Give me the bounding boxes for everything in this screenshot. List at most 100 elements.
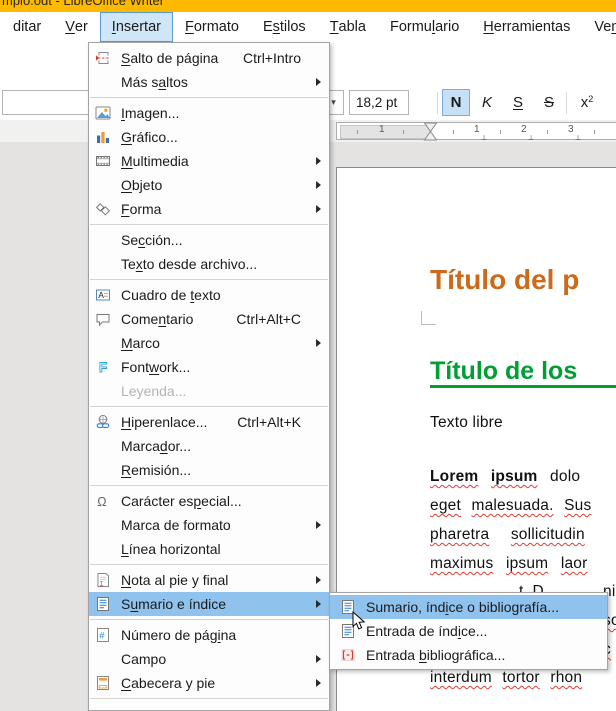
menu-item-marcador[interactable]: Marcador...	[89, 434, 329, 458]
menu-editar[interactable]: ditar	[1, 12, 53, 42]
menu-bar: ditar Ver Insertar Formato Estilos Tabla…	[0, 12, 616, 42]
paragraph-line[interactable]: pharetra sollicitudin	[430, 526, 585, 544]
paragraph-line[interactable]: eget malesuada. Sus	[430, 497, 591, 515]
underline-button[interactable]: S	[504, 89, 532, 116]
menu-item-remision[interactable]: Remisión...	[89, 458, 329, 482]
submenu-arrow-icon	[316, 576, 321, 584]
italic-button[interactable]: K	[473, 89, 501, 116]
page-break-icon	[93, 50, 113, 66]
comment-icon	[93, 311, 113, 327]
superscript-button[interactable]: x2	[572, 89, 602, 116]
menu-herramientas[interactable]: Herramientas	[471, 12, 582, 42]
footnote-icon: 1	[93, 572, 113, 588]
menu-separator	[90, 406, 328, 407]
chart-icon	[93, 129, 113, 145]
menu-separator	[90, 279, 328, 280]
submenu-item-entrada-de-indice[interactable]: Entrada de índice...	[330, 619, 607, 643]
menu-item-forma[interactable]: Forma	[89, 197, 329, 221]
menu-item-sumario-e-indice[interactable]: Sumario e índice	[89, 592, 329, 616]
insert-menu-panel: Salto de página Ctrl+Intro Más saltos Im…	[88, 42, 330, 711]
menu-item-salto-de-pagina[interactable]: Salto de página Ctrl+Intro	[89, 46, 329, 70]
font-size-combo[interactable]: 18,2 pt	[349, 90, 409, 115]
menu-estilos[interactable]: Estilos	[251, 12, 318, 42]
toolbar-separator	[437, 92, 438, 114]
submenu-arrow-icon	[316, 205, 321, 213]
menu-ventana[interactable]: Ventana	[582, 12, 616, 42]
menu-separator	[90, 564, 328, 565]
menu-item-texto-desde-archivo[interactable]: Texto desde archivo...	[89, 252, 329, 276]
mouse-cursor	[352, 611, 367, 637]
menu-item-comentario[interactable]: Comentario Ctrl+Alt+C	[89, 307, 329, 331]
ruler-scale: 1 1 2 3 ⊥ ⊥ ⊥	[336, 122, 616, 140]
menu-separator	[90, 224, 328, 225]
menu-separator	[90, 485, 328, 486]
document-free-text[interactable]: Texto libre	[430, 414, 503, 432]
ruler-number: 2	[521, 124, 527, 135]
submenu-arrow-icon	[316, 655, 321, 663]
submenu-item-sumario-indice-bibliografia[interactable]: Sumario, índice o bibliografía...	[330, 595, 607, 619]
menu-item-linea-horizontal[interactable]: Línea horizontal	[89, 537, 329, 561]
page-number-icon: #	[93, 627, 113, 643]
special-character-icon: Ω	[93, 493, 113, 509]
menu-item-numero-de-pagina[interactable]: # Número de página	[89, 623, 329, 647]
tab-stop-marker[interactable]: ⊥	[575, 134, 581, 142]
svg-text:Ω: Ω	[97, 495, 106, 509]
menu-item-imagen[interactable]: Imagen...	[89, 101, 329, 125]
submenu-arrow-icon	[316, 521, 321, 529]
paragraph-line[interactable]: interdum tortor rhon	[430, 669, 582, 687]
libreoffice-writer-window: mplo.odt - LibreOffice Writer ditar Ver …	[0, 0, 616, 711]
menu-separator	[90, 97, 328, 98]
menu-item-caracter-especial[interactable]: Ω Carácter especial...	[89, 489, 329, 513]
menu-formulario[interactable]: Formulario	[378, 12, 471, 42]
menu-item-mas-saltos[interactable]: Más saltos	[89, 70, 329, 94]
svg-text:F: F	[99, 360, 107, 375]
ruler-number: 1	[379, 124, 385, 135]
menu-item-nota-al-pie[interactable]: 1 Nota al pie y final	[89, 568, 329, 592]
menu-item-hiperenlace[interactable]: Hiperenlace... Ctrl+Alt+K	[89, 410, 329, 434]
fontwork-icon: F	[93, 359, 113, 375]
svg-text:#: #	[99, 630, 105, 641]
menu-item-objeto[interactable]: Objeto	[89, 173, 329, 197]
submenu-item-entrada-bibliografica[interactable]: Entrada bibliográfica...	[330, 643, 607, 667]
submenu-arrow-icon	[316, 157, 321, 165]
title-bar: mplo.odt - LibreOffice Writer	[0, 0, 616, 12]
tab-stop-marker[interactable]: ⊥	[528, 134, 534, 142]
submenu-arrow-icon	[316, 679, 321, 687]
document-heading-2[interactable]: Título de los	[430, 357, 577, 386]
header-footer-icon	[93, 675, 113, 691]
ruler-margin-area	[340, 125, 431, 139]
menu-separator	[90, 698, 328, 699]
submenu-arrow-icon	[316, 181, 321, 189]
menu-item-marco[interactable]: Marco	[89, 331, 329, 355]
bibliography-entry-icon	[338, 647, 358, 663]
shapes-icon	[93, 201, 113, 217]
multimedia-icon	[93, 153, 113, 169]
menu-item-cabecera-y-pie[interactable]: Cabecera y pie	[89, 671, 329, 695]
menu-item-multimedia[interactable]: Multimedia	[89, 149, 329, 173]
window-title: mplo.odt - LibreOffice Writer	[2, 0, 164, 8]
menu-item-grafico[interactable]: Gráfico...	[89, 125, 329, 149]
text-boundary-corner	[421, 311, 436, 325]
menu-insertar[interactable]: Insertar	[100, 12, 173, 42]
menu-item-cuadro-de-texto[interactable]: A Cuadro de texto	[89, 283, 329, 307]
menu-ver[interactable]: Ver	[53, 12, 100, 42]
menu-separator	[90, 619, 328, 620]
menu-item-fontwork[interactable]: F Fontwork...	[89, 355, 329, 379]
paragraph-line[interactable]: Lorem ipsum dolo	[430, 468, 580, 486]
bold-button[interactable]: N	[442, 89, 470, 116]
menu-item-campo[interactable]: Campo	[89, 647, 329, 671]
paragraph-line[interactable]: maximus ipsum laor	[430, 555, 587, 573]
font-size-value: 18,2 pt	[350, 95, 397, 110]
toc-icon	[93, 596, 113, 612]
menu-item-marca-de-formato[interactable]: Marca de formato	[89, 513, 329, 537]
textbox-icon: A	[93, 287, 113, 303]
tab-stop-marker[interactable]: ⊥	[481, 134, 487, 142]
menu-tabla[interactable]: Tabla	[318, 12, 378, 42]
menu-item-leyenda: Leyenda...	[89, 379, 329, 403]
menu-formato[interactable]: Formato	[173, 12, 251, 42]
strikethrough-button[interactable]: S	[535, 89, 563, 116]
ruler-number: 3	[568, 124, 574, 135]
menu-item-seccion[interactable]: Sección...	[89, 228, 329, 252]
document-heading-1[interactable]: Título del p	[430, 264, 579, 296]
ruler-number: 1	[474, 124, 480, 135]
